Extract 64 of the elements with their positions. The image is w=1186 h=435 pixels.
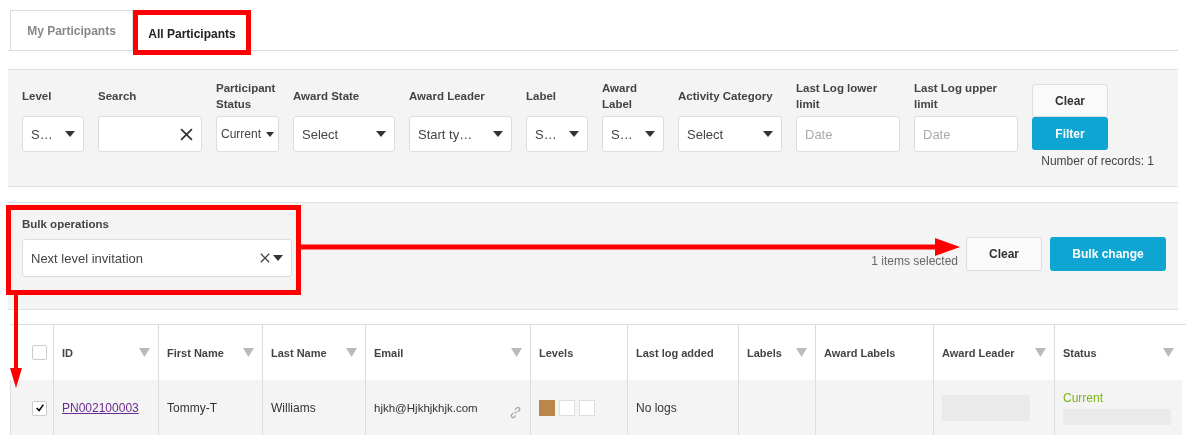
select-field[interactable]: S…	[22, 116, 84, 152]
select-field[interactable]: S…	[602, 116, 664, 152]
clear-button[interactable]: Clear	[1032, 84, 1108, 117]
filter-label: Activity Category	[678, 89, 774, 104]
email-text: hjkh@Hjkhjkhjk.com	[374, 402, 478, 414]
date-field[interactable]: Date	[914, 116, 1018, 152]
caret-icon	[266, 131, 274, 137]
column-header[interactable]: First Name	[167, 346, 224, 359]
filter-icon[interactable]	[511, 348, 522, 357]
link-icon[interactable]	[509, 405, 522, 419]
bulk-operations-label: Bulk operations	[22, 217, 110, 232]
date-field[interactable]: Date	[796, 116, 900, 152]
caret-icon	[493, 131, 503, 137]
column-header[interactable]: Last log added	[636, 346, 714, 359]
filter-label: Level	[22, 89, 53, 104]
filter-label: Award Leader	[409, 89, 486, 104]
column-header[interactable]: ID	[62, 346, 73, 359]
table-cell: No logs	[627, 380, 738, 435]
table-cell: Tommy-T	[158, 380, 262, 435]
column-header[interactable]: Award Labels	[824, 346, 896, 359]
clear-icon	[180, 127, 193, 141]
search-field[interactable]	[98, 116, 202, 152]
status-text: Current	[1063, 391, 1103, 405]
caret-icon	[645, 131, 655, 137]
participant-id-link[interactable]: PN002100003	[62, 401, 139, 415]
filter-label: Award State	[293, 89, 361, 104]
column-header[interactable]: Last Name	[271, 346, 327, 359]
column-header[interactable]: Status	[1063, 346, 1097, 359]
select-field[interactable]: Select	[293, 116, 395, 152]
row-checkbox[interactable]	[32, 400, 47, 416]
filter-label: Label	[526, 89, 558, 104]
tab[interactable]: My Participants	[10, 10, 133, 50]
selected-count: 1 items selected	[871, 254, 958, 268]
select-field[interactable]: Select	[678, 116, 782, 152]
caret-icon	[273, 255, 283, 261]
table-cell: Williams	[262, 380, 365, 435]
filter-icon[interactable]	[139, 348, 150, 357]
column-header[interactable]: Award Leader	[942, 346, 1015, 359]
select-field[interactable]: S…	[526, 116, 588, 152]
caret-icon	[376, 131, 386, 137]
filter-icon[interactable]	[1163, 348, 1174, 357]
checkmark-icon	[34, 403, 45, 413]
clear-button[interactable]: Clear	[966, 237, 1042, 271]
caret-icon	[65, 131, 75, 137]
filter-label: Last Log lower limit	[796, 81, 879, 112]
filter-icon[interactable]	[796, 348, 807, 357]
filter-icon[interactable]	[1035, 348, 1046, 357]
filter-label: Last Log upper limit	[914, 81, 999, 112]
filter-icon[interactable]	[346, 348, 357, 357]
clear-icon	[260, 253, 270, 263]
select-all-checkbox[interactable]	[32, 345, 47, 360]
multiselect-field[interactable]: Current	[216, 116, 279, 152]
select-field[interactable]: Start ty…	[409, 116, 512, 152]
bulk-operation-select[interactable]: Next level invitation	[22, 239, 292, 277]
caret-icon	[569, 131, 579, 137]
filter-label: Participant Status	[216, 81, 277, 112]
record-count: Number of records: 1	[1040, 154, 1155, 168]
filter-icon[interactable]	[243, 348, 254, 357]
column-header[interactable]: Labels	[747, 346, 782, 359]
caret-icon	[763, 131, 773, 137]
filter-label: Award Label	[602, 81, 638, 112]
column-header[interactable]: Levels	[539, 346, 574, 359]
column-header[interactable]: Email	[374, 346, 404, 359]
filter-label: Search	[98, 89, 138, 104]
